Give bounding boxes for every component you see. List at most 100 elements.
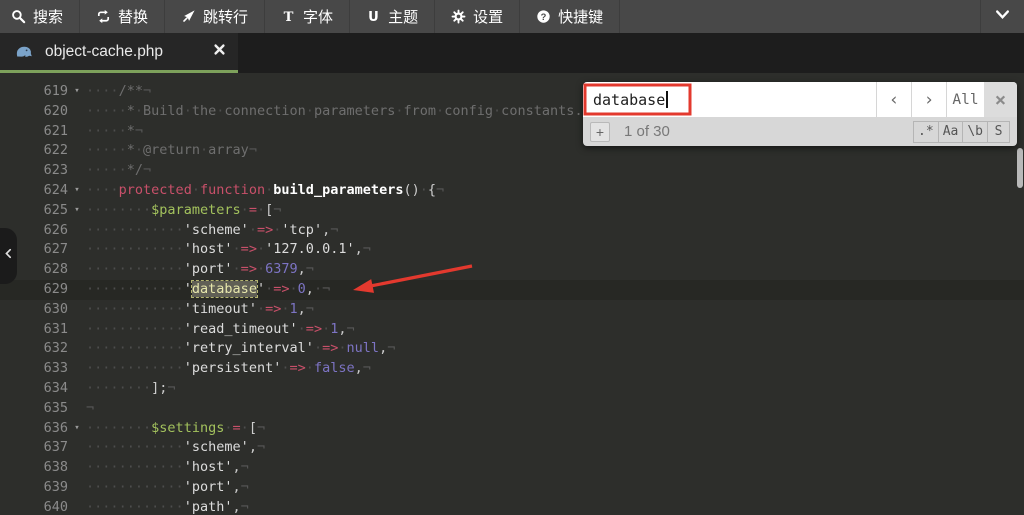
tab-object-cache-php[interactable]: object-cache.php bbox=[0, 33, 238, 73]
theme-icon: U bbox=[366, 9, 381, 24]
whole-word-toggle[interactable]: \b bbox=[962, 121, 988, 143]
replace-all-button[interactable]: All bbox=[946, 82, 984, 117]
menu-item-settings[interactable]: 设置 bbox=[435, 0, 520, 33]
line-number: 632 bbox=[0, 339, 68, 359]
menu-item-theme[interactable]: U 主题 bbox=[350, 0, 435, 33]
code-text: ············'scheme',¬ bbox=[86, 438, 1024, 458]
gutter: 638 bbox=[0, 458, 86, 478]
menu-item-label: 跳转行 bbox=[203, 6, 248, 27]
code-line[interactable]: 628············'port'·=>·6379,¬ bbox=[0, 260, 1024, 280]
chevron-left-icon bbox=[3, 247, 14, 265]
code-line[interactable]: 636▾········$settings·=·[¬ bbox=[0, 419, 1024, 439]
fold-spacer bbox=[68, 102, 86, 122]
fold-spacer bbox=[68, 339, 86, 359]
code-text: ····protected·function·build_parameters(… bbox=[86, 181, 1024, 201]
menu-item-font[interactable]: T 字体 bbox=[265, 0, 350, 33]
regex-toggle[interactable]: .* bbox=[913, 121, 939, 143]
code-line[interactable]: 634········];¬ bbox=[0, 379, 1024, 399]
svg-text:?: ? bbox=[541, 12, 547, 22]
add-search-button[interactable]: + bbox=[590, 122, 610, 142]
case-sensitive-toggle[interactable]: Aa bbox=[938, 121, 964, 143]
line-number: 625 bbox=[0, 201, 68, 221]
search-input[interactable]: database bbox=[583, 82, 876, 117]
gutter: 619▾ bbox=[0, 82, 86, 102]
code-line[interactable]: 627············'host'·=>·'127.0.0.1',¬ bbox=[0, 240, 1024, 260]
code-line[interactable]: 626············'scheme'·=>·'tcp',¬ bbox=[0, 221, 1024, 241]
code-text: ········$settings·=·[¬ bbox=[86, 419, 1024, 439]
line-number: 630 bbox=[0, 300, 68, 320]
gutter: 625▾ bbox=[0, 201, 86, 221]
code-line[interactable]: 639 ············'port',¬ bbox=[0, 478, 1024, 498]
menu-item-goto-line[interactable]: 跳转行 bbox=[165, 0, 265, 33]
gutter: 635 bbox=[0, 399, 86, 419]
toolbar-collapse-button[interactable] bbox=[980, 0, 1024, 33]
code-text: ·····*/¬ bbox=[86, 161, 1024, 181]
tab-title: object-cache.php bbox=[45, 43, 203, 61]
fold-spacer bbox=[68, 498, 86, 515]
code-text: ············'host'·=>·'127.0.0.1',¬ bbox=[86, 240, 1024, 260]
code-line[interactable]: 624▾····protected·function·build_paramet… bbox=[0, 181, 1024, 201]
line-number: 622 bbox=[0, 141, 68, 161]
line-number: 638 bbox=[0, 458, 68, 478]
fold-arrow-icon[interactable]: ▾ bbox=[68, 419, 86, 439]
line-number: 639 bbox=[0, 478, 68, 498]
fold-spacer bbox=[68, 122, 86, 142]
line-number: 619 bbox=[0, 82, 68, 102]
selection-toggle[interactable]: S bbox=[987, 121, 1010, 143]
code-text: ············'retry_interval'·=>·null,¬ bbox=[86, 339, 1024, 359]
code-line[interactable]: 625▾········$parameters·=·[¬ bbox=[0, 201, 1024, 221]
search-close-button[interactable]: × bbox=[984, 82, 1017, 117]
code-line[interactable]: 633············'persistent'·=>·false,¬ bbox=[0, 359, 1024, 379]
gutter: 622 bbox=[0, 141, 86, 161]
code-line[interactable]: 630 ············'timeout'·=>·1,¬ bbox=[0, 300, 1024, 320]
fold-spacer bbox=[68, 399, 86, 419]
code-text: ¬ bbox=[86, 399, 1024, 419]
line-number: 624 bbox=[0, 181, 68, 201]
menu-item-replace[interactable]: 替换 bbox=[80, 0, 165, 33]
menu-item-label: 字体 bbox=[303, 6, 333, 27]
fold-spacer bbox=[68, 300, 86, 320]
fold-spacer bbox=[68, 478, 86, 498]
fold-spacer bbox=[68, 161, 86, 181]
line-number: 620 bbox=[0, 102, 68, 122]
menu-item-shortcuts[interactable]: ? 快捷键 bbox=[520, 0, 620, 33]
fold-spacer bbox=[68, 458, 86, 478]
line-number: 633 bbox=[0, 359, 68, 379]
code-line[interactable]: 638············'host',¬ bbox=[0, 458, 1024, 478]
next-match-button[interactable]: › bbox=[911, 82, 946, 117]
vertical-scrollbar-thumb[interactable] bbox=[1017, 148, 1023, 188]
menu-item-search[interactable]: 搜索 bbox=[0, 0, 80, 33]
gutter: 624▾ bbox=[0, 181, 86, 201]
search-panel-row-top: database ‹ › All × bbox=[583, 82, 1017, 117]
search-icon bbox=[11, 9, 26, 24]
goto-line-icon bbox=[181, 9, 196, 24]
fold-arrow-icon[interactable]: ▾ bbox=[68, 181, 86, 201]
fold-arrow-icon[interactable]: ▾ bbox=[68, 82, 86, 102]
code-line[interactable]: 631············'read_timeout'·=>·1,¬ bbox=[0, 320, 1024, 340]
code-line[interactable]: 637 ············'scheme',¬ bbox=[0, 438, 1024, 458]
toolbar: 搜索 替换 跳转行 T 字体 U 主题 设置 ? 快捷键 bbox=[0, 0, 1024, 33]
php-elephant-icon bbox=[15, 44, 35, 59]
tab-close-icon[interactable] bbox=[213, 43, 226, 61]
tab-bar: object-cache.php bbox=[0, 33, 1024, 73]
code-line[interactable]: 635¬ bbox=[0, 399, 1024, 419]
fold-spacer bbox=[68, 260, 86, 280]
gutter: 632 bbox=[0, 339, 86, 359]
code-text: ············'port',¬ bbox=[86, 478, 1024, 498]
prev-match-button[interactable]: ‹ bbox=[876, 82, 911, 117]
text-caret bbox=[666, 91, 668, 108]
search-toggles: .* Aa \b S bbox=[914, 121, 1010, 143]
code-text: ············'timeout'·=>·1,¬ bbox=[86, 300, 1024, 320]
sidebar-collapse-handle[interactable] bbox=[0, 228, 17, 284]
code-line[interactable]: 632 ············'retry_interval'·=>·null,… bbox=[0, 339, 1024, 359]
code-line[interactable]: 629············'database'·=>·0,·¬ bbox=[0, 280, 1024, 300]
fold-arrow-icon[interactable]: ▾ bbox=[68, 201, 86, 221]
code-line[interactable]: 623·····*/¬ bbox=[0, 161, 1024, 181]
gutter: 634 bbox=[0, 379, 86, 399]
menu-item-label: 主题 bbox=[388, 6, 418, 27]
line-number: 637 bbox=[0, 438, 68, 458]
fold-spacer bbox=[68, 438, 86, 458]
gutter: 639 bbox=[0, 478, 86, 498]
code-text: ············'scheme'·=>·'tcp',¬ bbox=[86, 221, 1024, 241]
code-line[interactable]: 640············'path',¬ bbox=[0, 498, 1024, 515]
